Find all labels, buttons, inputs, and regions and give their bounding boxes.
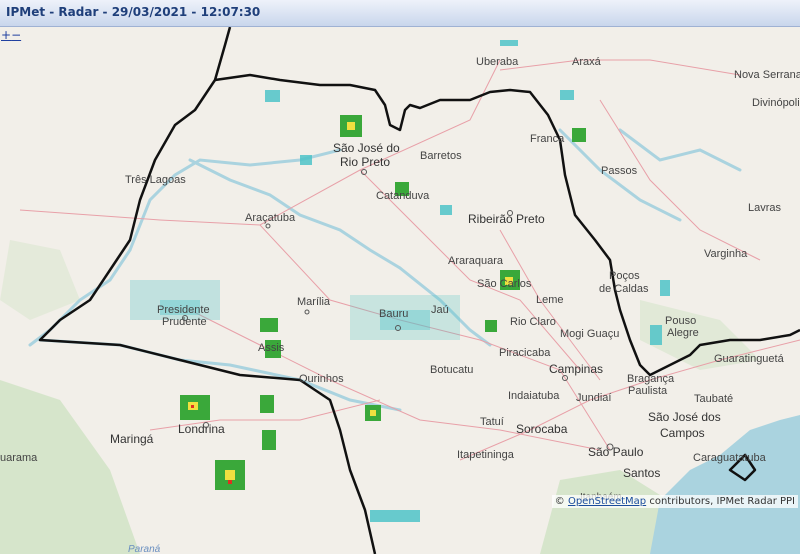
city-label: Lavras	[748, 202, 782, 214]
city-label: Londrina	[178, 422, 225, 436]
city-label: Mogi Guaçu	[560, 328, 619, 340]
city-label: Paulista	[628, 385, 668, 397]
city-label: Barretos	[420, 150, 462, 162]
map-attribution: © OpenStreetMap contributors, IPMet Rada…	[551, 495, 798, 508]
city-label: Sorocaba	[516, 422, 568, 436]
city-label: Rio Preto	[340, 155, 390, 169]
zoom-controls: +−	[1, 28, 21, 42]
city-label: Alegre	[667, 327, 699, 339]
city-label: Ribeirão Preto	[468, 212, 545, 226]
city-label: São Paulo	[588, 445, 644, 459]
city-label: Divinópolis	[752, 97, 800, 109]
city-label: Uberaba	[476, 56, 519, 68]
city-label: Três Lagoas	[125, 174, 186, 186]
city-label: de Caldas	[599, 283, 649, 295]
city-label: Ourinhos	[299, 373, 344, 385]
city-label: Piracicaba	[499, 347, 551, 359]
city-label: Araxá	[572, 56, 602, 68]
river-label: Paraná	[128, 544, 161, 554]
city-label: Campos	[660, 426, 705, 440]
city-label: Taubaté	[694, 393, 733, 405]
city-label: Caraguatatuba	[693, 452, 767, 464]
city-label: Marília	[297, 296, 331, 308]
city-label: Nova Serrana	[734, 69, 800, 81]
city-label: Assis	[258, 342, 285, 354]
city-label: São José do	[333, 141, 400, 155]
city-label: Bragança	[627, 373, 675, 385]
zoom-in-button[interactable]: +	[1, 28, 11, 42]
city-label: Guaratinguetá	[714, 353, 785, 365]
land	[0, 27, 800, 554]
city-label: Tatuí	[480, 416, 504, 428]
city-label: Leme	[536, 294, 564, 306]
openstreetmap-link[interactable]: OpenStreetMap	[568, 496, 646, 507]
map-svg[interactable]: Uberaba Araxá Nova Serrana Divinópolis S…	[0, 27, 800, 554]
city-label: Poços	[609, 270, 640, 282]
city-label: Jaú	[431, 304, 449, 316]
city-label: Franca	[530, 133, 565, 145]
city-label: São Carlos	[477, 278, 532, 290]
city-label: Passos	[601, 165, 638, 177]
city-label: Bauru	[379, 308, 408, 320]
copyright-symbol: ©	[554, 496, 565, 507]
window-title: IPMet - Radar - 29/03/2021 - 12:07:30	[0, 0, 800, 27]
attribution-text: contributors, IPMet Radar PPI	[646, 496, 795, 507]
city-label: Varginha	[704, 248, 748, 260]
city-label: Campinas	[549, 362, 603, 376]
city-label: Jundiaí	[576, 392, 611, 404]
city-label: Presidente	[157, 304, 210, 316]
city-label: Araçatuba	[245, 212, 296, 224]
city-label: Pouso	[665, 315, 696, 327]
map-canvas[interactable]: Uberaba Araxá Nova Serrana Divinópolis S…	[0, 27, 800, 554]
city-label: Botucatu	[430, 364, 473, 376]
city-label: Rio Claro	[510, 316, 556, 328]
city-label: Maringá	[110, 432, 154, 446]
city-label: São José dos	[648, 410, 721, 424]
city-label: Indaiatuba	[508, 390, 560, 402]
city-label: Araraquara	[448, 255, 504, 267]
city-label: Itapetininga	[457, 449, 515, 461]
zoom-out-button[interactable]: −	[11, 28, 21, 42]
city-label: Prudente	[162, 316, 207, 328]
city-label: uarama	[0, 452, 38, 464]
city-label: Catanduva	[376, 190, 430, 202]
city-label: Santos	[623, 466, 660, 480]
